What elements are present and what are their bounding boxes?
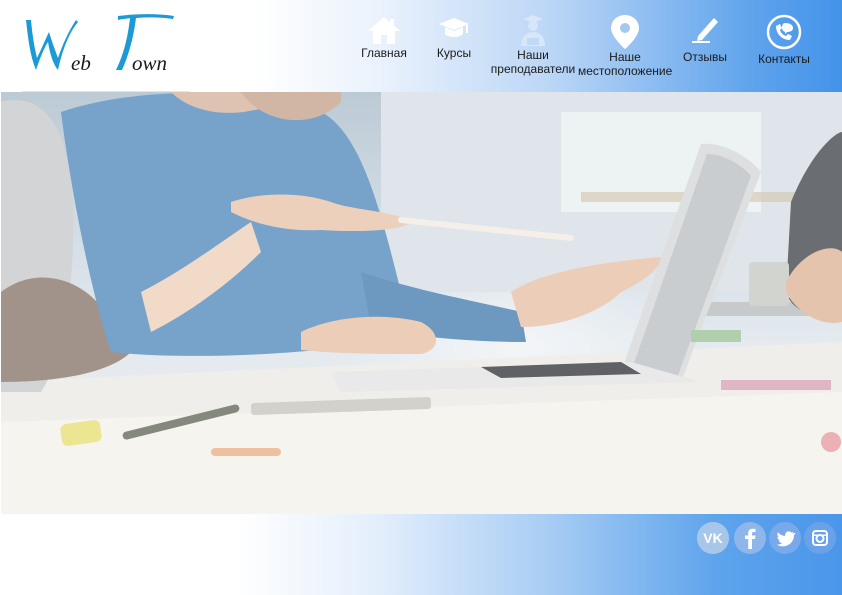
nav-item-contacts[interactable]: Контакты xyxy=(754,14,814,66)
svg-text:VK: VK xyxy=(703,530,722,546)
home-icon xyxy=(368,17,400,44)
nav-item-courses[interactable]: Курсы xyxy=(430,14,478,60)
nav-item-location[interactable]: Наше местоположение xyxy=(578,14,672,78)
main-navigation: Главная Курсы Наши преподаватели Наше ме… xyxy=(0,0,842,93)
hero-photo xyxy=(1,92,842,514)
team-working-at-laptop-photo xyxy=(1,92,842,514)
nav-label-teachers: Наши преподаватели xyxy=(490,48,576,76)
nav-label-location: Наше местоположение xyxy=(578,50,673,78)
nav-item-teachers[interactable]: Наши преподаватели xyxy=(490,14,576,76)
nav-item-home[interactable]: Главная xyxy=(360,14,408,60)
nav-item-reviews[interactable]: Отзывы xyxy=(680,14,730,64)
social-vk-button[interactable]: VK xyxy=(697,522,729,554)
facebook-icon xyxy=(734,522,766,554)
phone-chat-icon xyxy=(766,14,802,50)
social-instagram-button[interactable] xyxy=(804,522,836,554)
vk-icon: VK xyxy=(697,522,729,554)
pencil-icon xyxy=(692,18,718,43)
instagram-icon xyxy=(804,522,836,554)
graduation-cap-icon xyxy=(439,18,469,37)
map-pin-icon xyxy=(611,15,639,49)
social-twitter-button[interactable] xyxy=(769,522,801,554)
social-facebook-button[interactable] xyxy=(734,522,766,554)
twitter-icon xyxy=(769,522,801,554)
nav-label-reviews: Отзывы xyxy=(683,50,727,64)
teacher-icon xyxy=(521,15,545,46)
nav-label-courses: Курсы xyxy=(436,46,472,60)
nav-label-contacts: Контакты xyxy=(758,52,810,66)
nav-label-home: Главная xyxy=(361,46,407,60)
